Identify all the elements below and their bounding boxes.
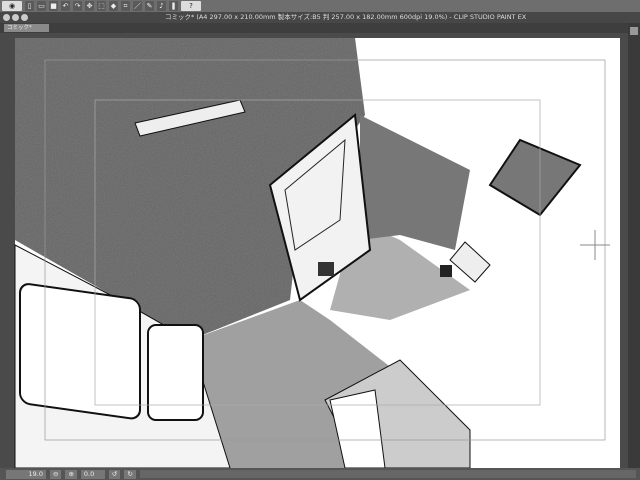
undo-icon[interactable]: ↶ <box>61 1 70 11</box>
status-bar: 19.0 ⊖ ⊕ 0.0 ↺ ↻ <box>0 468 640 480</box>
maximize-icon[interactable] <box>21 14 28 21</box>
view-icon[interactable]: ◉ <box>2 1 22 11</box>
brush2-icon[interactable]: ❚ <box>169 1 178 11</box>
manga-illustration <box>14 38 620 468</box>
transform-icon[interactable]: ✥ <box>85 1 94 11</box>
zoom-out-icon[interactable]: ⊖ <box>50 469 62 479</box>
tab-comic[interactable]: コミック* <box>4 24 49 32</box>
rotate-left-icon[interactable]: ↺ <box>108 469 121 479</box>
save-icon[interactable]: ■ <box>49 1 58 11</box>
scroll-thumb[interactable] <box>630 27 638 35</box>
canvas-area[interactable] <box>0 33 628 468</box>
rotation-value[interactable]: 0.0 <box>80 469 105 479</box>
zoom-value[interactable]: 19.0 <box>6 469 46 479</box>
crop-icon[interactable]: ⌗ <box>121 1 130 11</box>
zoom-in-icon[interactable]: ⊕ <box>65 469 77 479</box>
new-icon[interactable]: ▯ <box>25 1 34 11</box>
brush-icon[interactable]: ♪ <box>157 1 166 11</box>
window-title: コミック* (A4 297.00 x 210.00mm 製本サイズ:B5 判 2… <box>165 13 527 21</box>
open-icon[interactable]: ▭ <box>37 1 46 11</box>
redo-icon[interactable]: ↷ <box>73 1 82 11</box>
title-bar: コミック* (A4 297.00 x 210.00mm 製本サイズ:B5 判 2… <box>0 12 640 23</box>
help-icon[interactable]: ? <box>181 1 201 11</box>
horizontal-scrollbar[interactable] <box>139 470 636 478</box>
ruler-icon[interactable]: ／ <box>133 1 142 11</box>
fill-icon[interactable]: ◆ <box>109 1 118 11</box>
minimize-icon[interactable] <box>12 14 19 21</box>
tab-bar: コミック* <box>0 23 640 33</box>
main-toolbar: ◉ ▯ ▭ ■ ↶ ↷ ✥ ⬚ ◆ ⌗ ／ ✎ ♪ ❚ ? <box>0 0 640 12</box>
close-icon[interactable] <box>3 14 10 21</box>
select-icon[interactable]: ⬚ <box>97 1 106 11</box>
rotate-right-icon[interactable]: ↻ <box>124 469 136 479</box>
vertical-scrollbar[interactable] <box>628 23 640 468</box>
pen-icon[interactable]: ✎ <box>145 1 154 11</box>
